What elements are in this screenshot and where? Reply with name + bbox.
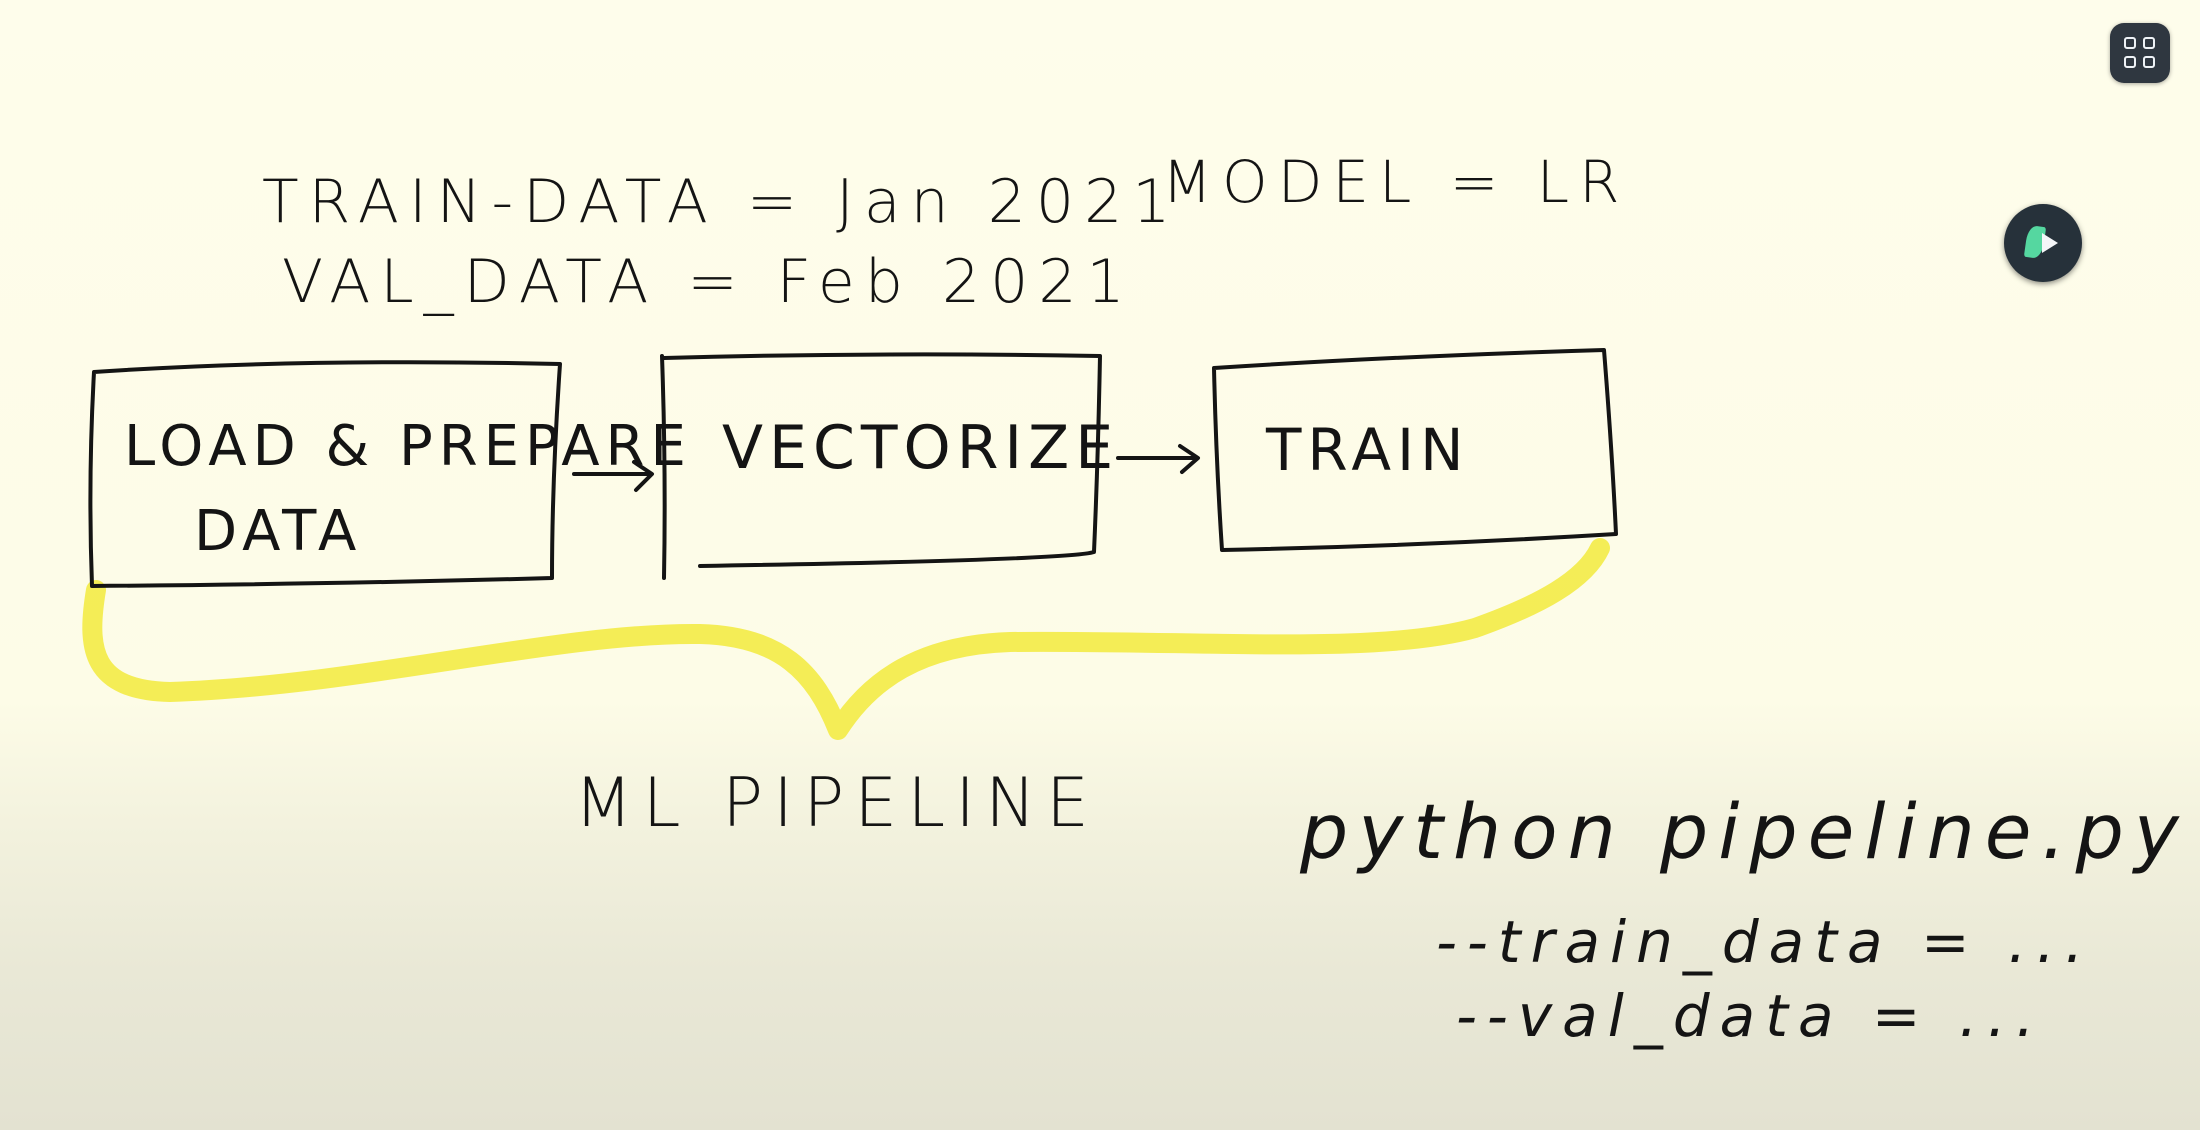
train-step: TRAIN	[1212, 348, 1618, 552]
command-arg-train-data: --train_data = ...	[1436, 908, 2093, 976]
play-button[interactable]	[2004, 204, 2082, 282]
load-prepare-label-line1: LOAD & PREPARE	[124, 414, 692, 479]
model-annotation: MODEL = LR	[1162, 148, 1629, 216]
load-prepare-label-line2: DATA	[194, 499, 362, 564]
vectorize-label: VECTORIZE	[722, 413, 1119, 483]
whiteboard-canvas: TRAIN-DATA = Jan 2021 VAL_DATA = Feb 202…	[82, 148, 2189, 1050]
vectorize-step: VECTORIZE	[660, 352, 1119, 580]
pipeline-brace-highlight	[82, 538, 1610, 740]
grid-icon	[2110, 23, 2170, 83]
train-data-annotation: TRAIN-DATA = Jan 2021	[262, 167, 1180, 237]
ml-pipeline-label: ML PIPELINE	[574, 764, 1099, 843]
arrow-vectorize-to-train	[1116, 444, 1200, 474]
command-arg-val-data: --val_data = ...	[1456, 982, 2044, 1050]
train-label: TRAIN	[1265, 416, 1470, 484]
val-data-annotation: VAL_DATA = Feb 2021	[282, 247, 1135, 317]
layout-toggle-button[interactable]	[2110, 23, 2170, 83]
command-line: python pipeline.py	[1299, 787, 2189, 876]
